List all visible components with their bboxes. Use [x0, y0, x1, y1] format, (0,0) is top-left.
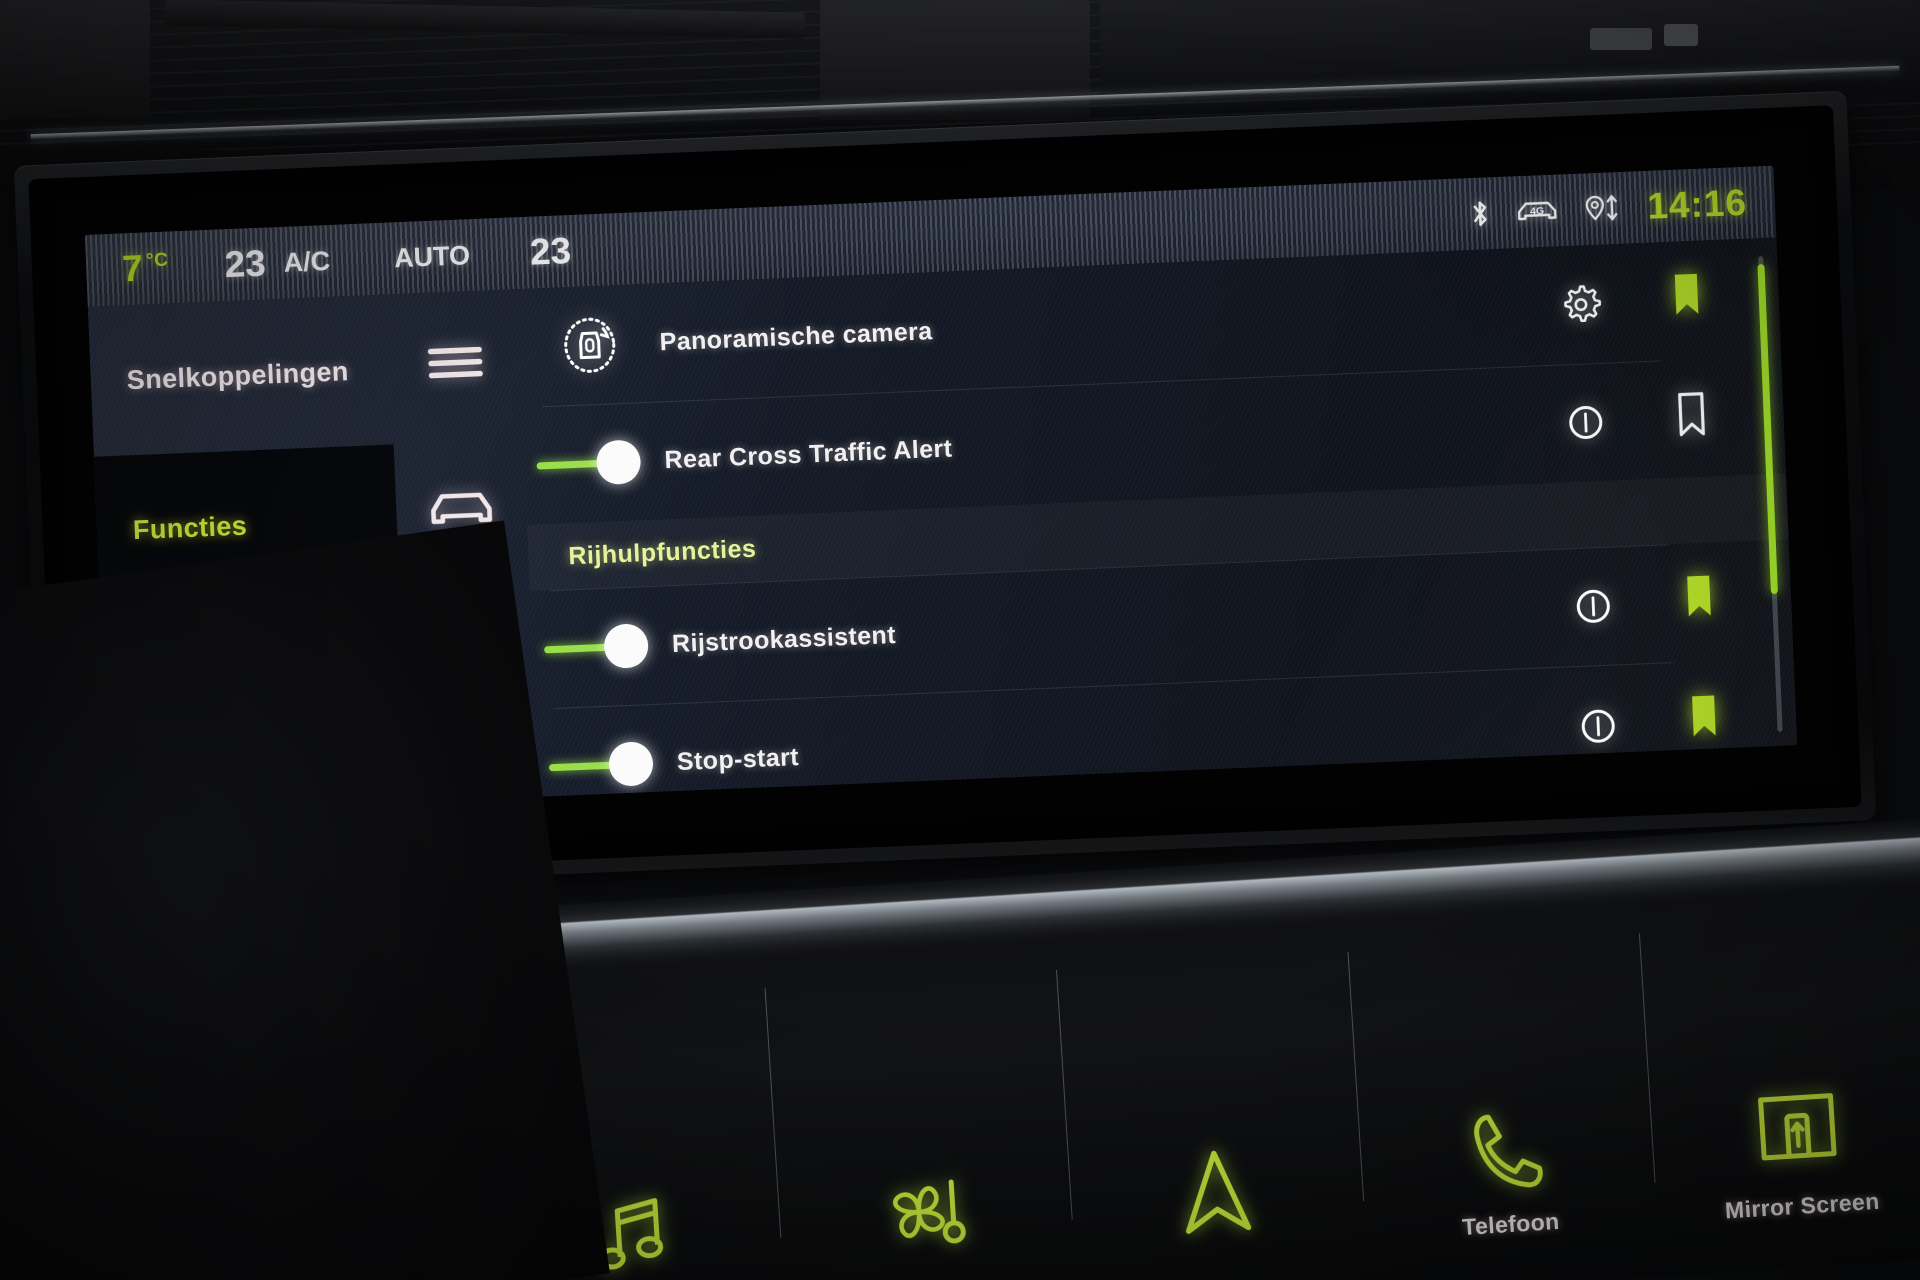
list-item-label: Stop-start: [676, 742, 800, 776]
list-item-label: Rijstrookassistent: [671, 620, 897, 658]
mirror-screen-icon: [1752, 1087, 1843, 1181]
auto-button[interactable]: AUTO: [393, 240, 470, 274]
bookmark-icon-filled[interactable]: [1668, 566, 1730, 626]
phone-icon: [1466, 1104, 1548, 1200]
panoramic-camera-icon: [519, 310, 662, 380]
gear-icon[interactable]: [1550, 274, 1612, 334]
bluetooth-icon: [1469, 198, 1492, 229]
svg-text:4G: 4G: [1530, 205, 1544, 218]
mirror-screen-button[interactable]: Mirror Screen: [1638, 899, 1920, 1247]
vent-block-left: [0, 0, 150, 118]
console-foreground-shadow: [0, 520, 610, 1280]
action-icon-column: [1527, 238, 1798, 756]
list-item-label: Panoramische camera: [659, 316, 934, 356]
phone-button-label: Telefoon: [1461, 1207, 1561, 1241]
driver-temperature[interactable]: 23: [224, 243, 267, 287]
toggle-knob[interactable]: [603, 623, 650, 669]
4g-connected-car-icon: 4G: [1515, 195, 1560, 227]
list-item-label: Rear Cross Traffic Alert: [663, 434, 953, 474]
rear-cross-traffic-toggle[interactable]: [524, 439, 666, 486]
sidebar-item-label: Functies: [132, 509, 248, 545]
info-icon[interactable]: [1555, 392, 1617, 452]
toggle-knob[interactable]: [608, 741, 654, 787]
stop-start-toggle[interactable]: [536, 741, 678, 788]
bookmark-icon-filled[interactable]: [1673, 686, 1735, 746]
ac-button[interactable]: A/C: [283, 245, 331, 278]
sidebar-item-label: Snelkoppelingen: [126, 355, 350, 395]
lane-assist-toggle[interactable]: [531, 623, 673, 670]
bookmark-icon-filled[interactable]: [1655, 264, 1717, 324]
passenger-temperature[interactable]: 23: [529, 230, 572, 274]
hamburger-menu-icon[interactable]: [411, 318, 500, 407]
phone-button[interactable]: Telefoon: [1346, 917, 1658, 1265]
outside-temperature: 7: [121, 247, 145, 290]
navigation-arrow-icon: [1173, 1143, 1259, 1245]
climate-fan-icon: [874, 1167, 976, 1264]
toggle-knob[interactable]: [595, 439, 642, 486]
sidebar-item-snelkoppelingen[interactable]: Snelkoppelingen: [88, 295, 394, 457]
clock: 14:16: [1646, 181, 1748, 227]
hard-button-bar: Telefoon Mirror Screen: [472, 899, 1920, 1280]
climate-button[interactable]: [764, 954, 1076, 1280]
outside-temperature-unit: °C: [145, 249, 169, 272]
functions-list: Panoramische camera Rear Cross Traffic A…: [517, 238, 1797, 797]
navigation-button[interactable]: [1055, 936, 1367, 1280]
info-icon[interactable]: [1562, 576, 1624, 636]
bookmark-icon-outline[interactable]: [1660, 384, 1722, 444]
info-icon[interactable]: [1567, 696, 1629, 756]
infotainment-photo: 7 °C 23 A/C AUTO 23 4G 14:16 Snelkoppeli…: [0, 0, 1920, 1280]
vent-highlight-b: [1664, 24, 1698, 46]
vent-highlight-a: [1590, 28, 1652, 50]
location-data-transfer-icon: [1583, 192, 1624, 226]
mirror-screen-button-label: Mirror Screen: [1724, 1187, 1881, 1224]
